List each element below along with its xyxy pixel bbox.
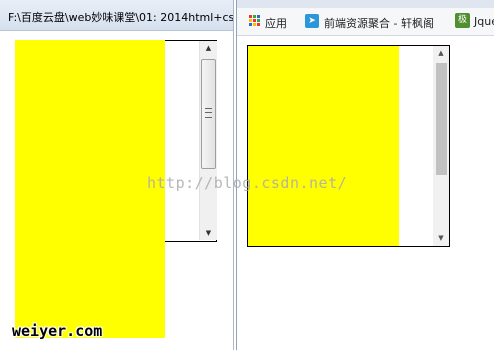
bookmark-frontend-resources[interactable]: 前端资源聚合 - 轩枫阁 (324, 15, 434, 31)
scroll-box[interactable]: ▲ ▼ (247, 45, 450, 247)
vertical-scrollbar[interactable]: ▲ ▼ (433, 46, 449, 246)
jquery-icon: 极 (455, 13, 470, 28)
bookmarks-bar: 应用 ➤ 前端资源聚合 - 轩枫阁 极 Jque (237, 8, 494, 36)
yellow-block (15, 40, 165, 342)
grip-icon (205, 108, 212, 118)
vertical-scrollbar[interactable]: ▲ ▼ (199, 41, 217, 240)
bookmark-jquery[interactable]: Jque (474, 15, 494, 28)
site-watermark: weiyer.com (12, 322, 103, 340)
address-bar-edge (237, 0, 494, 8)
file-path-title: F:\百度云盘\web妙味课堂\01: 2014html+css (8, 11, 234, 24)
scroll-up-icon[interactable]: ▲ (200, 41, 217, 55)
paper-plane-icon: ➤ (305, 14, 319, 28)
bookmark-apps[interactable]: 应用 (265, 15, 287, 31)
csdn-watermark: http://blog.csdn.net/ (147, 174, 348, 192)
scrollbar-thumb[interactable] (436, 63, 447, 175)
scroll-down-icon[interactable]: ▼ (433, 231, 449, 245)
left-title-bar: F:\百度云盘\web妙味课堂\01: 2014html+css (0, 0, 233, 31)
scrollbar-thumb[interactable] (201, 59, 216, 169)
scroll-up-icon[interactable]: ▲ (433, 46, 449, 60)
scroll-down-icon[interactable]: ▼ (200, 226, 217, 240)
apps-grid-icon[interactable] (249, 15, 261, 27)
yellow-block (248, 46, 399, 246)
